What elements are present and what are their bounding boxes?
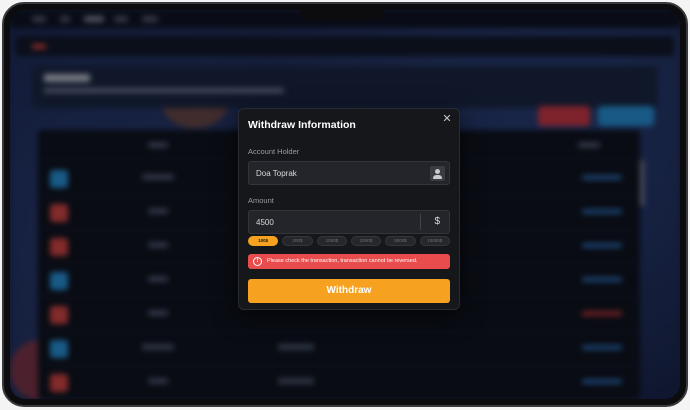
preset-amount-button[interactable]: 5000$ [385, 236, 416, 246]
preset-amount-button[interactable]: 200$ [282, 236, 313, 246]
camera-notch [300, 4, 384, 20]
screen: Withdraw Information ✕ Account Holder Do… [10, 10, 680, 399]
amount-field[interactable]: 4500 $ [248, 210, 450, 234]
amount-value: 4500 [256, 218, 274, 227]
info-icon: ! [253, 257, 262, 266]
account-holder-label: Account Holder [248, 147, 300, 156]
warning-banner: ! Please check the transaction, transact… [248, 254, 450, 269]
modal-title: Withdraw Information [248, 119, 356, 131]
account-holder-field[interactable]: Doa Toprak [248, 161, 450, 185]
withdraw-modal: Withdraw Information ✕ Account Holder Do… [238, 108, 460, 310]
device-frame: Withdraw Information ✕ Account Holder Do… [2, 2, 688, 407]
currency-divider [420, 214, 421, 230]
account-holder-value: Doa Toprak [256, 169, 297, 178]
user-icon [430, 166, 445, 181]
preset-amount-button[interactable]: 2000$ [350, 236, 382, 246]
withdraw-button[interactable]: Withdraw [248, 279, 450, 303]
dollar-icon: $ [434, 216, 440, 227]
preset-amount-button[interactable]: 10000$ [419, 236, 450, 246]
warning-text: Please check the transaction, transactio… [267, 258, 418, 264]
close-icon[interactable]: ✕ [441, 113, 453, 125]
preset-amount-button[interactable]: 1000$ [316, 236, 347, 246]
preset-amount-button[interactable]: 100$ [248, 236, 279, 246]
amount-presets: 100$ 200$ 1000$ 2000$ 5000$ 10000$ [248, 236, 450, 246]
amount-label: Amount [248, 196, 274, 205]
